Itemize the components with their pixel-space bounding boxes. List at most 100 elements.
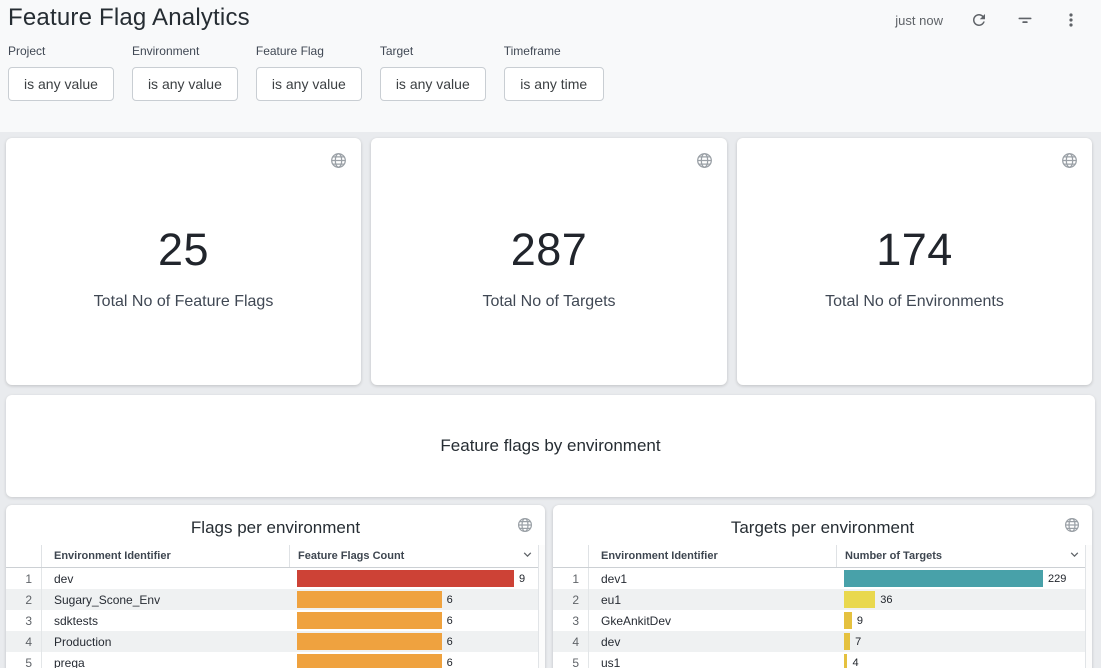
table-title-bar: Targets per environment [553,505,1092,545]
environment-identifier-cell: Sugary_Scone_Env [42,593,290,607]
filter-bar: Project is any value Environment is any … [0,32,1101,101]
row-number-header [553,545,589,567]
kpi-value: 25 [6,224,361,276]
filter-project-value-button[interactable]: is any value [8,67,114,101]
tile-actions-button[interactable] [328,150,349,174]
more-menu-button[interactable] [1055,8,1087,32]
globe-icon [1061,157,1078,172]
filter-target: Target is any value [380,44,486,101]
filter-label: Environment [132,44,238,58]
value-bar [297,591,442,608]
column-header-label: Feature Flags Count [298,550,404,562]
filter-target-value-button[interactable]: is any value [380,67,486,101]
section-title-tile: Feature flags by environment [6,395,1095,497]
column-header-environment-identifier[interactable]: Environment Identifier [42,545,290,567]
dashboard-header: Feature Flag Analytics just now [0,0,1101,132]
row-index: 5 [553,652,589,668]
dashboard: Feature Flag Analytics just now [0,0,1101,668]
table-row: 4 Production 6 [6,631,545,652]
value-bar [297,612,442,629]
table-row: 5 prega 6 [6,652,545,668]
page-title: Feature Flag Analytics [8,2,250,32]
environment-identifier-cell: eu1 [589,593,837,607]
column-header-environment-identifier[interactable]: Environment Identifier [589,545,837,567]
table-title-bar: Flags per environment [6,505,545,545]
filter-project: Project is any value [8,44,114,101]
table-scrollbar[interactable] [1085,545,1092,668]
value-label: 6 [442,636,453,648]
value-label: 9 [852,615,863,627]
section-title: Feature flags by environment [440,436,660,456]
row-index: 1 [6,568,42,589]
row-index: 2 [553,589,589,610]
kebab-menu-icon [1062,11,1080,29]
filter-environment: Environment is any value [132,44,238,101]
environment-identifier-cell: Production [42,635,290,649]
kpi-content: 287 Total No of Targets [371,224,727,311]
table-row: 2 Sugary_Scone_Env 6 [6,589,545,610]
value-label: 229 [1043,573,1066,585]
column-header-number-of-targets[interactable]: Number of Targets [837,547,1092,565]
table-row: 3 sdktests 6 [6,610,545,631]
value-label: 4 [847,657,858,668]
tile-actions-button[interactable] [694,150,715,174]
kpi-tile-feature-flags: 25 Total No of Feature Flags [6,138,361,385]
filter-label: Timeframe [504,44,604,58]
value-bar-cell: 36 [837,591,1092,608]
row-index: 3 [6,610,42,631]
table-header-row: Environment Identifier Number of Targets [553,545,1092,568]
table-body: 1 dev1 229 2 eu1 36 3 GkeAnkitDev 9 4 de… [553,568,1092,668]
refresh-button[interactable] [963,8,995,32]
globe-icon [330,157,347,172]
value-bar-cell: 4 [837,654,1092,668]
table-row: 1 dev1 229 [553,568,1092,589]
filter-timeframe: Timeframe is any time [504,44,604,101]
table-scrollbar[interactable] [538,545,545,668]
chevron-down-icon [520,547,535,565]
value-bar [844,570,1043,587]
title-row: Feature Flag Analytics just now [0,0,1101,32]
value-bar-cell: 6 [290,591,545,608]
value-label: 6 [442,615,453,627]
kpi-content: 174 Total No of Environments [737,224,1092,311]
filter-label: Project [8,44,114,58]
value-bar-cell: 229 [837,570,1092,587]
table-header-row: Environment Identifier Feature Flags Cou… [6,545,545,568]
refresh-status: just now [895,13,943,28]
tile-actions-button[interactable] [1059,150,1080,174]
filter-feature-flag: Feature Flag is any value [256,44,362,101]
table-row: 3 GkeAnkitDev 9 [553,610,1092,631]
table-row: 5 us1 4 [553,652,1092,668]
row-index: 4 [6,631,42,652]
value-label: 6 [442,657,453,668]
environment-identifier-cell: prega [42,656,290,668]
environment-identifier-cell: dev1 [589,572,837,586]
filter-feature-flag-value-button[interactable]: is any value [256,67,362,101]
filter-environment-value-button[interactable]: is any value [132,67,238,101]
value-bar [297,654,442,668]
filter-icon [1016,11,1034,29]
table-title: Flags per environment [191,512,360,538]
kpi-value: 287 [371,224,727,276]
tile-actions-button[interactable] [1062,515,1082,538]
globe-icon [517,521,533,536]
value-bar-cell: 6 [290,654,545,668]
filter-timeframe-value-button[interactable]: is any time [504,67,604,101]
value-bar-cell: 9 [837,612,1092,629]
table-body: 1 dev 9 2 Sugary_Scone_Env 6 3 sdktests … [6,568,545,668]
kpi-label: Total No of Targets [371,293,727,311]
filter-label: Target [380,44,486,58]
filter-label: Feature Flag [256,44,362,58]
filters-toggle-button[interactable] [1009,8,1041,32]
kpi-tile-environments: 174 Total No of Environments [737,138,1092,385]
row-index: 4 [553,631,589,652]
tile-actions-button[interactable] [515,515,535,538]
value-bar [297,570,514,587]
kpi-label: Total No of Environments [737,293,1092,311]
kpi-label: Total No of Feature Flags [6,293,361,311]
column-header-feature-flags-count[interactable]: Feature Flags Count [290,547,545,565]
environment-identifier-cell: us1 [589,656,837,668]
value-label: 6 [442,594,453,606]
row-index: 3 [553,610,589,631]
row-index: 2 [6,589,42,610]
